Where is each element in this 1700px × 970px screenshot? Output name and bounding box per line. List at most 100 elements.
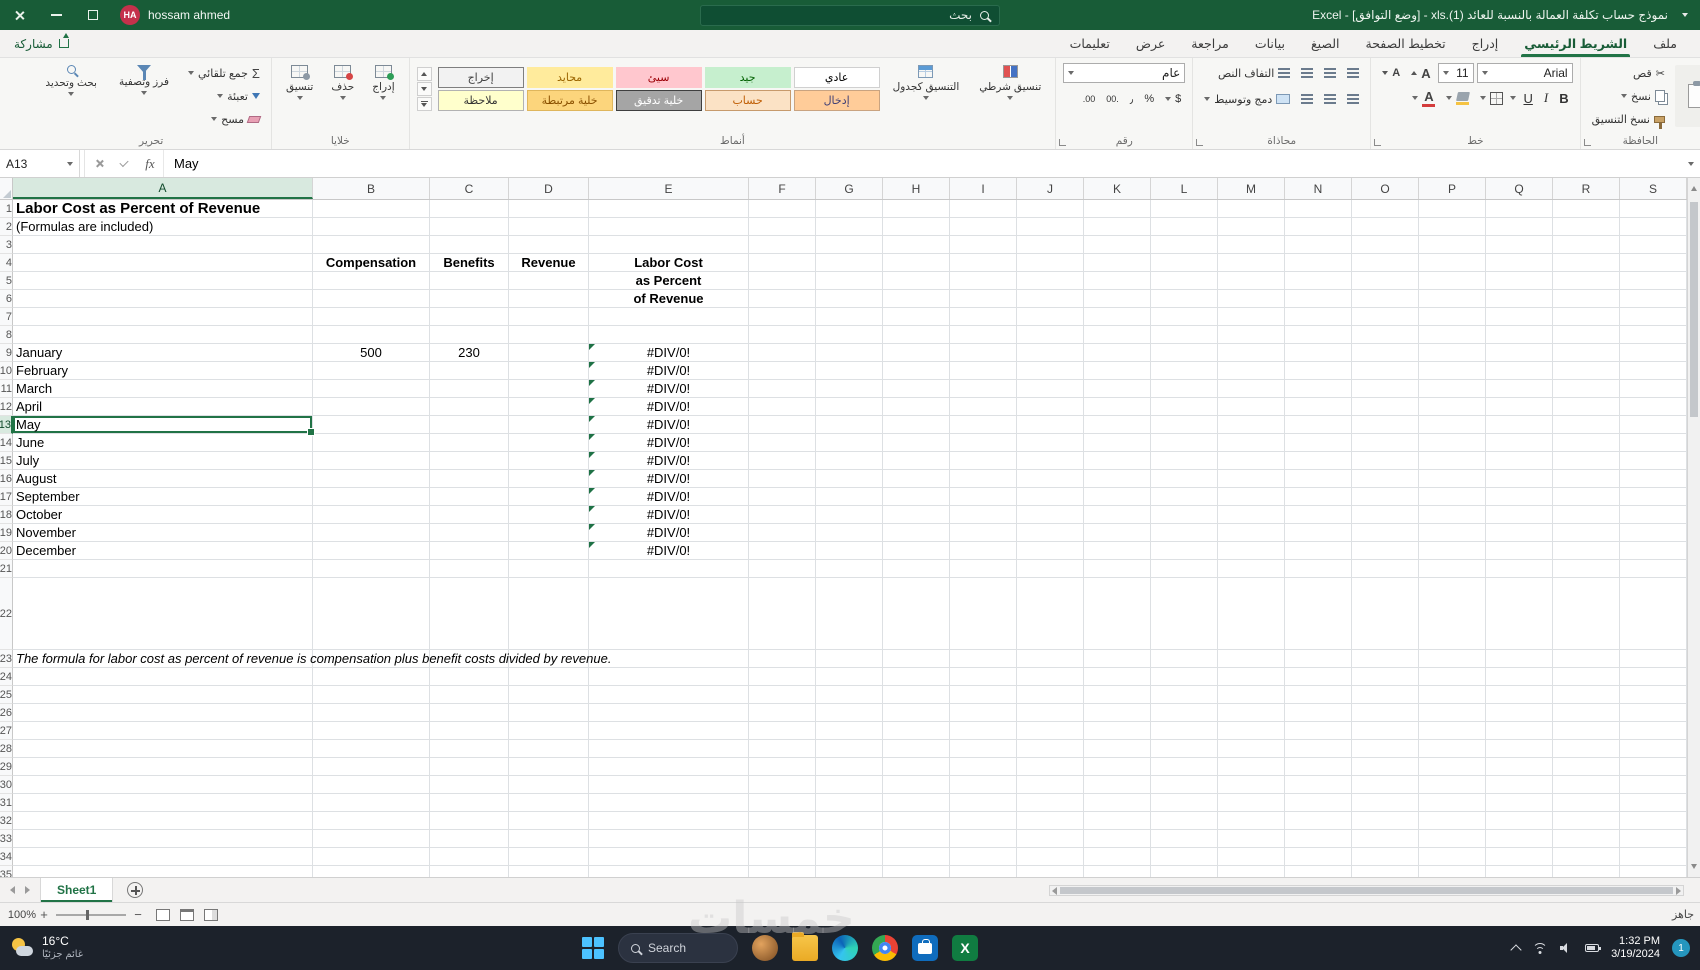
row-header-31[interactable]: 31 bbox=[0, 794, 13, 812]
cell-P1[interactable] bbox=[1419, 200, 1486, 218]
cell-C34[interactable] bbox=[430, 848, 509, 866]
cell-N32[interactable] bbox=[1285, 812, 1352, 830]
cell-F2[interactable] bbox=[749, 218, 816, 236]
cell-C2[interactable] bbox=[430, 218, 509, 236]
cell-A32[interactable] bbox=[13, 812, 313, 830]
row-header-19[interactable]: 19 bbox=[0, 524, 13, 542]
cell-style-0[interactable]: عادي bbox=[793, 67, 880, 88]
cell-F7[interactable] bbox=[749, 308, 816, 326]
cell-M34[interactable] bbox=[1218, 848, 1285, 866]
cell-Q14[interactable] bbox=[1486, 434, 1553, 452]
cell-N21[interactable] bbox=[1285, 560, 1352, 578]
cell-P7[interactable] bbox=[1419, 308, 1486, 326]
cell-D1[interactable] bbox=[509, 200, 589, 218]
clipboard-dialog-launcher-icon[interactable] bbox=[1583, 139, 1591, 146]
cell-G34[interactable] bbox=[816, 848, 883, 866]
cell-L19[interactable] bbox=[1151, 524, 1218, 542]
cell-D20[interactable] bbox=[509, 542, 589, 560]
cell-I21[interactable] bbox=[950, 560, 1017, 578]
select-all-corner[interactable] bbox=[0, 178, 13, 199]
cell-G7[interactable] bbox=[816, 308, 883, 326]
cell-N30[interactable] bbox=[1285, 776, 1352, 794]
cell-D5[interactable] bbox=[509, 272, 589, 290]
column-header-I[interactable]: I bbox=[950, 178, 1017, 199]
cell-H5[interactable] bbox=[883, 272, 950, 290]
cell-B21[interactable] bbox=[313, 560, 430, 578]
cell-R6[interactable] bbox=[1553, 290, 1620, 308]
format-cells-button[interactable]: تنسيق bbox=[279, 63, 320, 102]
cell-A16[interactable]: August bbox=[13, 470, 313, 488]
cell-Q25[interactable] bbox=[1486, 686, 1553, 704]
increase-decimal-button[interactable]: .00 bbox=[1102, 89, 1123, 109]
row-header-13[interactable]: 13 bbox=[0, 416, 13, 434]
cell-style-4[interactable]: إخراج bbox=[437, 67, 524, 88]
cell-D31[interactable] bbox=[509, 794, 589, 812]
cell-A13[interactable]: May bbox=[13, 416, 315, 436]
cell-H3[interactable] bbox=[883, 236, 950, 254]
cell-O30[interactable] bbox=[1352, 776, 1419, 794]
cell-Q11[interactable] bbox=[1486, 380, 1553, 398]
cell-B25[interactable] bbox=[313, 686, 430, 704]
italic-button[interactable]: I bbox=[1540, 88, 1552, 108]
cell-P27[interactable] bbox=[1419, 722, 1486, 740]
cell-I14[interactable] bbox=[950, 434, 1017, 452]
cell-L10[interactable] bbox=[1151, 362, 1218, 380]
cell-O32[interactable] bbox=[1352, 812, 1419, 830]
cell-A28[interactable] bbox=[13, 740, 313, 758]
page-break-view-icon[interactable] bbox=[204, 908, 218, 921]
cell-J26[interactable] bbox=[1017, 704, 1084, 722]
cell-E30[interactable] bbox=[589, 776, 749, 794]
cell-L24[interactable] bbox=[1151, 668, 1218, 686]
cell-Q24[interactable] bbox=[1486, 668, 1553, 686]
cell-K34[interactable] bbox=[1084, 848, 1151, 866]
cell-Q2[interactable] bbox=[1486, 218, 1553, 236]
store-icon[interactable] bbox=[912, 935, 938, 961]
cell-J34[interactable] bbox=[1017, 848, 1084, 866]
cell-R11[interactable] bbox=[1553, 380, 1620, 398]
cell-H20[interactable] bbox=[883, 542, 950, 560]
cell-H29[interactable] bbox=[883, 758, 950, 776]
cell-B17[interactable] bbox=[313, 488, 430, 506]
wifi-icon[interactable] bbox=[1532, 942, 1548, 954]
cell-G2[interactable] bbox=[816, 218, 883, 236]
cell-A3[interactable] bbox=[13, 236, 313, 254]
cell-A35[interactable] bbox=[13, 866, 313, 877]
edge-icon[interactable] bbox=[832, 935, 858, 961]
cell-M29[interactable] bbox=[1218, 758, 1285, 776]
cell-K33[interactable] bbox=[1084, 830, 1151, 848]
cell-K12[interactable] bbox=[1084, 398, 1151, 416]
cell-O12[interactable] bbox=[1352, 398, 1419, 416]
cell-M33[interactable] bbox=[1218, 830, 1285, 848]
cell-E13[interactable]: #DIV/0! bbox=[589, 416, 749, 434]
cell-R23[interactable] bbox=[1553, 650, 1620, 668]
cell-F35[interactable] bbox=[749, 866, 816, 877]
cell-O8[interactable] bbox=[1352, 326, 1419, 344]
cell-S4[interactable] bbox=[1620, 254, 1687, 272]
cell-C28[interactable] bbox=[430, 740, 509, 758]
cell-I3[interactable] bbox=[950, 236, 1017, 254]
cell-O33[interactable] bbox=[1352, 830, 1419, 848]
cell-E32[interactable] bbox=[589, 812, 749, 830]
gallery-more-button[interactable] bbox=[416, 97, 432, 111]
cell-C33[interactable] bbox=[430, 830, 509, 848]
grow-font-button[interactable]: A bbox=[1407, 63, 1434, 83]
cell-A5[interactable] bbox=[13, 272, 313, 290]
column-header-J[interactable]: J bbox=[1017, 178, 1084, 199]
cell-H34[interactable] bbox=[883, 848, 950, 866]
cell-S15[interactable] bbox=[1620, 452, 1687, 470]
wrap-text-button[interactable]: التفاف النص bbox=[1214, 63, 1294, 83]
cell-S28[interactable] bbox=[1620, 740, 1687, 758]
cell-E19[interactable]: #DIV/0! bbox=[589, 524, 749, 542]
cell-C32[interactable] bbox=[430, 812, 509, 830]
font-name-combo[interactable]: Arial bbox=[1476, 63, 1573, 83]
cell-R9[interactable] bbox=[1553, 344, 1620, 362]
cell-N20[interactable] bbox=[1285, 542, 1352, 560]
row-header-27[interactable]: 27 bbox=[0, 722, 13, 740]
cell-R34[interactable] bbox=[1553, 848, 1620, 866]
vertical-scrollbar-thumb[interactable] bbox=[1690, 202, 1698, 417]
cell-K28[interactable] bbox=[1084, 740, 1151, 758]
cell-H33[interactable] bbox=[883, 830, 950, 848]
cell-J22[interactable] bbox=[1017, 578, 1084, 650]
cell-D18[interactable] bbox=[509, 506, 589, 524]
cell-L5[interactable] bbox=[1151, 272, 1218, 290]
